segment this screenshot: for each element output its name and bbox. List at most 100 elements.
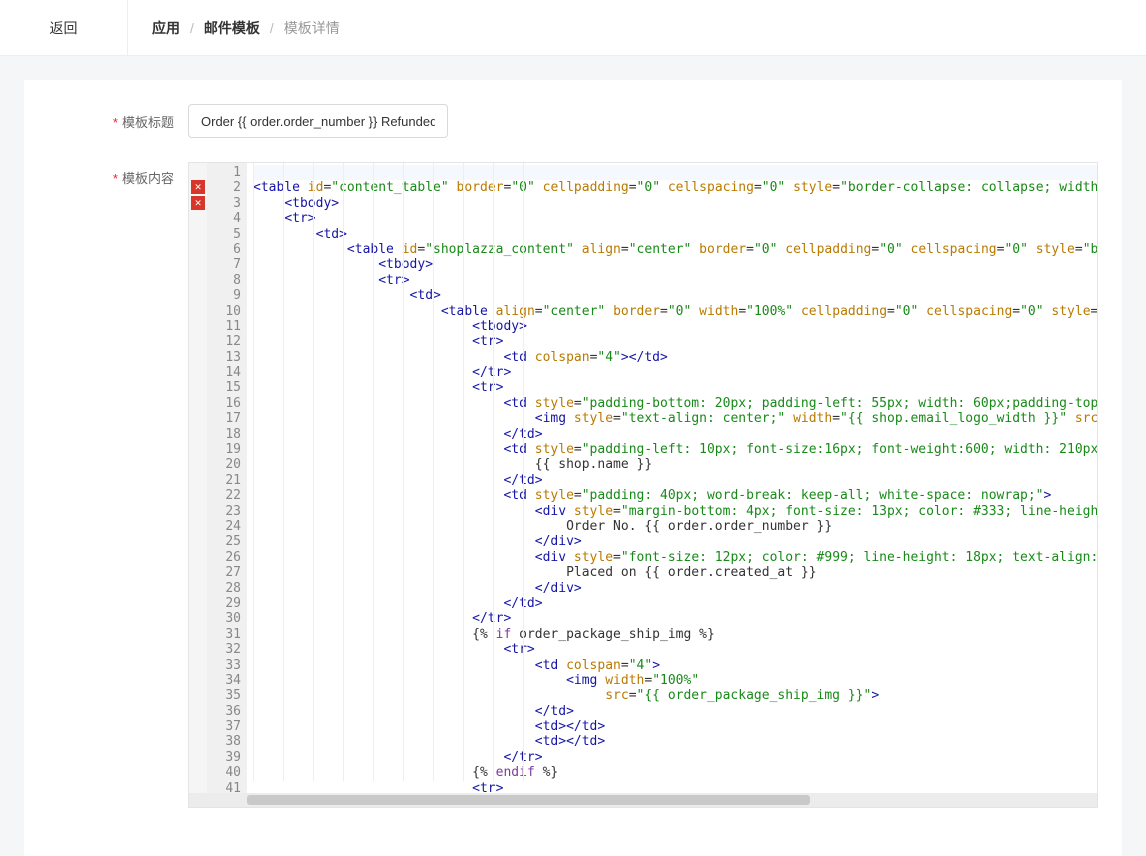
code-line[interactable]: <tbody> [253,257,1097,272]
line-number: 6 [207,242,241,257]
breadcrumb-sep-icon: / [190,20,194,36]
code-line[interactable]: <tbody> [253,196,1097,211]
code-line[interactable]: <img style="text-align: center;" width="… [253,411,1097,426]
code-line[interactable]: <table id="shoplazza_content" align="cen… [253,242,1097,257]
code-line[interactable]: <td style="padding-bottom: 20px; padding… [253,396,1097,411]
line-number: 33 [207,658,241,673]
horizontal-scrollbar[interactable] [189,793,1097,807]
line-number: 9 [207,288,241,303]
code-line[interactable]: {% endif %} [253,765,1097,780]
line-number: 3 [207,196,241,211]
title-row: *模板标题 [48,104,1098,138]
code-line[interactable]: <tbody> [253,319,1097,334]
code-line[interactable]: <tr> [253,781,1097,793]
code-line[interactable]: <td colspan="4"></td> [253,350,1097,365]
line-number: 1 [207,165,241,180]
required-asterisk-icon: * [113,115,118,130]
code-line[interactable]: <img width="100%" [253,673,1097,688]
line-number: 40 [207,765,241,780]
line-number: 21 [207,473,241,488]
breadcrumb-app[interactable]: 应用 [152,18,180,38]
line-number: 38 [207,734,241,749]
error-marker-icon [191,596,205,610]
code-line[interactable]: <tr> [253,211,1097,226]
code-line[interactable]: </td> [253,704,1097,719]
error-marker-icon [191,227,205,241]
code-line[interactable]: <div style="margin-bottom: 4px; font-siz… [253,504,1097,519]
code-line[interactable]: </tr> [253,750,1097,765]
line-number: 36 [207,704,241,719]
code-line[interactable]: <td></td> [253,734,1097,749]
indent-guide [493,163,494,781]
code-line[interactable]: <table align="center" border="0" width="… [253,304,1097,319]
indent-guide [313,163,314,781]
error-marker-icon [191,488,205,502]
title-label: *模板标题 [48,112,188,131]
template-title-input[interactable] [188,104,448,138]
code-line[interactable]: <tr> [253,334,1097,349]
code-line[interactable]: <td> [253,288,1097,303]
error-marker-icon [191,165,205,179]
code-line[interactable]: </tr> [253,365,1097,380]
breadcrumb: 应用 / 邮件模板 / 模板详情 [128,18,340,38]
code-line[interactable]: Order No. {{ order.order_number }} [253,519,1097,534]
breadcrumb-current: 模板详情 [284,18,340,38]
line-number: 37 [207,719,241,734]
error-marker-icon [191,688,205,702]
code-line[interactable]: <table id="content_table" border="0" cel… [253,180,1097,195]
code-line[interactable]: <td></td> [253,719,1097,734]
line-number: 30 [207,611,241,626]
code-line[interactable]: </div> [253,534,1097,549]
error-marker-icon [191,704,205,718]
code-line[interactable]: {{ shop.name }} [253,457,1097,472]
code-line[interactable]: <td style="padding-left: 10px; font-size… [253,442,1097,457]
error-marker-icon [191,765,205,779]
back-button[interactable]: 返回 [0,0,128,55]
error-marker-icon [191,673,205,687]
line-number-gutter: 1234567891011121314151617181920212223242… [207,163,247,793]
error-marker-icon [191,411,205,425]
line-number: 25 [207,534,241,549]
indent-guide [253,163,254,781]
line-number: 34 [207,673,241,688]
code-line[interactable]: <td style="padding: 40px; word-break: ke… [253,488,1097,503]
error-marker-icon [191,396,205,410]
error-marker-icon [191,365,205,379]
line-number: 22 [207,488,241,503]
error-marker-icon [191,427,205,441]
code-editor[interactable]: ✕✕ 1234567891011121314151617181920212223… [188,162,1098,808]
code-line[interactable] [253,165,1097,180]
code-line[interactable]: </div> [253,581,1097,596]
indent-guide [433,163,434,781]
content-label: *模板内容 [48,162,188,187]
line-number: 16 [207,396,241,411]
error-marker-icon [191,350,205,364]
code-line[interactable]: <td colspan="4"> [253,658,1097,673]
indent-guide [343,163,344,781]
error-marker-icon [191,581,205,595]
code-line[interactable]: Placed on {{ order.created_at }} [253,565,1097,580]
code-line[interactable]: </td> [253,473,1097,488]
code-line[interactable]: <tr> [253,273,1097,288]
error-marker-icon [191,642,205,656]
line-number: 19 [207,442,241,457]
code-line[interactable]: {% if order_package_ship_img %} [253,627,1097,642]
back-label: 返回 [50,18,78,38]
line-number: 14 [207,365,241,380]
code-line[interactable]: </td> [253,427,1097,442]
code-line[interactable]: <td> [253,227,1097,242]
code-line[interactable]: <tr> [253,380,1097,395]
line-number: 17 [207,411,241,426]
error-marker-icon [191,611,205,625]
line-number: 29 [207,596,241,611]
breadcrumb-templates[interactable]: 邮件模板 [204,18,260,38]
code-line[interactable]: <tr> [253,642,1097,657]
code-line[interactable]: <div style="font-size: 12px; color: #999… [253,550,1097,565]
code-line[interactable]: </tr> [253,611,1097,626]
code-line[interactable]: </td> [253,596,1097,611]
line-number: 11 [207,319,241,334]
topbar: 返回 应用 / 邮件模板 / 模板详情 [0,0,1146,56]
line-number: 23 [207,504,241,519]
code-area[interactable]: <table id="content_table" border="0" cel… [247,163,1097,793]
code-line[interactable]: src="{{ order_package_ship_img }}"> [253,688,1097,703]
